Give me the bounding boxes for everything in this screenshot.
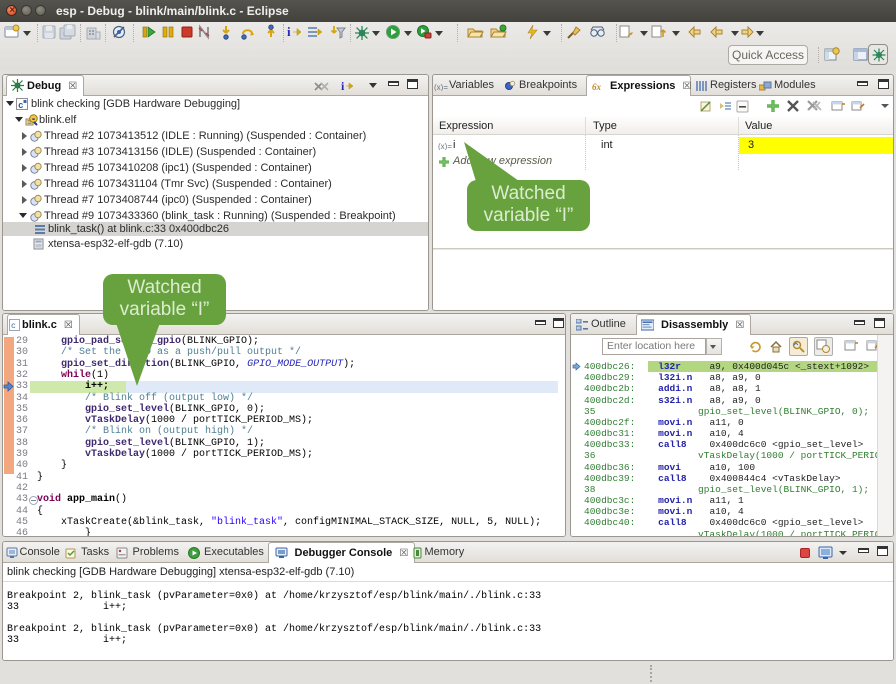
svg-text:c: c <box>18 100 23 110</box>
svg-text:c: c <box>11 322 16 331</box>
svg-text:i: i <box>341 79 345 93</box>
svg-text:6x: 6x <box>592 82 602 92</box>
svg-text:i: i <box>287 24 291 39</box>
svg-text:(x)=: (x)= <box>434 83 448 91</box>
